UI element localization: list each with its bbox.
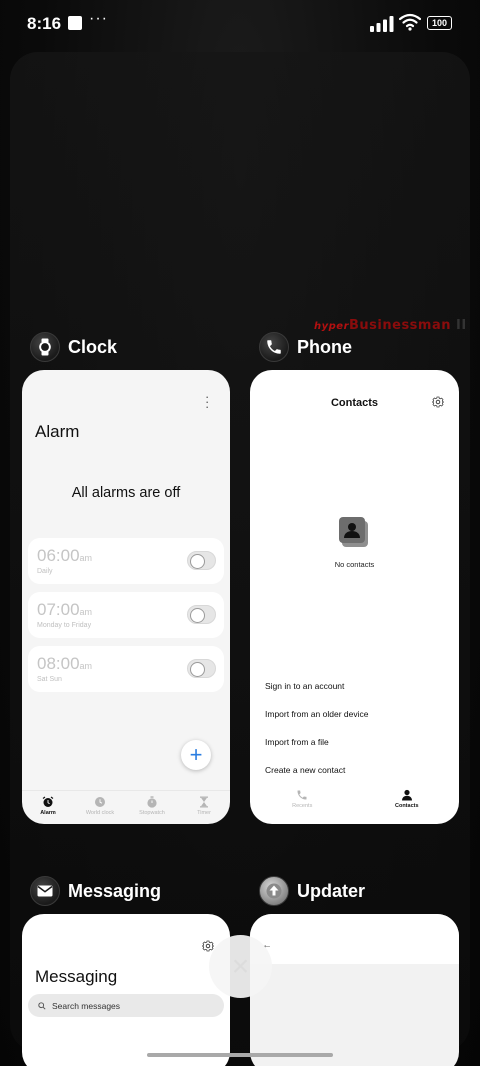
search-icon [38, 1001, 46, 1010]
alarm-days: Sat Sun [37, 676, 62, 683]
alarm-days: Daily [37, 568, 53, 575]
alarm-toggle [187, 659, 216, 678]
app-name: Updater [297, 880, 366, 901]
search-bar: Search messages [28, 994, 224, 1017]
screen-title: Messaging [35, 967, 118, 986]
nav-alarm: Alarm [22, 791, 74, 824]
alarm-clock-icon [42, 796, 54, 807]
more-notifications-icon: ··· [89, 10, 108, 27]
empty-message: All alarms are off [71, 485, 181, 501]
person-icon [401, 789, 412, 801]
import-file-link: Import from a file [265, 737, 329, 747]
alarm-row: 07:00am Monday to Friday [28, 592, 224, 638]
nav-world-clock: World clock [74, 791, 126, 824]
clock-icon [95, 797, 105, 807]
upload-icon[interactable] [259, 876, 289, 906]
nav-timer: Timer [178, 791, 230, 824]
gear-icon [432, 396, 444, 408]
battery-icon: 100 [427, 16, 452, 30]
phone-icon [297, 790, 307, 800]
hourglass-icon [200, 796, 208, 808]
alarm-time: 07:00am [37, 600, 93, 619]
nav-contacts: Contacts [355, 784, 460, 824]
bottom-nav: Alarm World clock Stopwatch Timer [22, 790, 230, 824]
stopwatch-icon [147, 796, 157, 808]
create-contact-link: Create a new contact [265, 765, 346, 775]
empty-message: No contacts [334, 560, 375, 569]
alarm-time: 06:00am [37, 546, 93, 565]
nav-recents: Recents [250, 784, 355, 824]
alarm-row: 06:00am Daily [28, 538, 224, 584]
app-name: Phone [297, 336, 353, 357]
signal-icon [370, 16, 394, 32]
phone-icon[interactable] [259, 332, 289, 362]
alarm-time: 08:00am [37, 654, 93, 673]
recent-app-card-messaging[interactable]: Messaging Search messages [22, 914, 230, 1066]
recent-app-card-clock[interactable]: · · · Alarm All alarms are off 06:00am Dai… [22, 370, 230, 824]
contacts-placeholder-icon [339, 517, 368, 547]
alarm-days: Monday to Friday [37, 622, 92, 629]
home-indicator[interactable] [147, 1053, 333, 1057]
app-name: Messaging [68, 880, 162, 901]
app-bar: ← [250, 914, 459, 964]
status-bar: 8:16 ··· 100 [0, 0, 480, 48]
add-alarm-button: + [181, 740, 211, 770]
import-older-device-link: Import from an older device [265, 709, 369, 719]
more-options-icon: · · · [205, 389, 210, 414]
app-header-updater[interactable]: Updater [259, 874, 365, 908]
wifi-icon [399, 13, 421, 31]
nav-stopwatch: Stopwatch [126, 791, 178, 824]
watch-icon[interactable] [30, 332, 60, 362]
app-name: Clock [68, 336, 118, 357]
alarm-toggle [187, 605, 216, 624]
screen-title: Alarm [35, 422, 80, 441]
notification-icon [68, 16, 82, 30]
app-header-clock[interactable]: Clock [30, 330, 117, 364]
recent-app-card-phone[interactable]: Contacts No contacts Sign in to an accou… [250, 370, 459, 824]
envelope-icon[interactable] [30, 876, 60, 906]
status-time: 8:16 [27, 14, 62, 33]
bottom-nav: Recents Contacts [250, 784, 459, 824]
clear-all-button[interactable]: × [209, 935, 272, 998]
alarm-toggle [187, 551, 216, 570]
alarm-row: 08:00am Sat Sun [28, 646, 224, 692]
recent-app-card-updater[interactable]: ← [250, 914, 459, 1066]
screen-title: Contacts [330, 397, 379, 409]
sign-in-account-link: Sign in to an account [265, 681, 345, 691]
app-header-messaging[interactable]: Messaging [30, 874, 161, 908]
search-placeholder: Search messages [52, 1000, 121, 1011]
app-header-phone[interactable]: Phone [259, 330, 352, 364]
